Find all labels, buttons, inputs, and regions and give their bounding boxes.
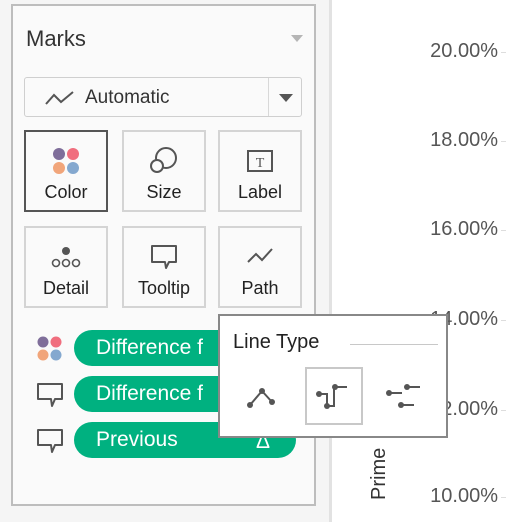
pill-label: Difference f bbox=[96, 336, 203, 359]
jump-line-icon bbox=[386, 384, 420, 408]
axis-tick bbox=[501, 497, 506, 498]
title-rule bbox=[350, 344, 438, 345]
mark-type-dropdown[interactable]: Automatic bbox=[24, 77, 302, 117]
color-button[interactable]: Color bbox=[24, 130, 108, 212]
chevron-down-icon[interactable] bbox=[279, 94, 293, 102]
tooltip-button[interactable]: Tooltip bbox=[122, 226, 206, 308]
axis-tick bbox=[501, 320, 506, 321]
line-type-jump-button[interactable] bbox=[375, 367, 433, 425]
svg-text:T: T bbox=[256, 156, 265, 171]
detail-button[interactable]: Detail bbox=[24, 226, 108, 308]
label-button[interactable]: T Label bbox=[218, 130, 302, 212]
pill-label: Difference f bbox=[96, 382, 203, 405]
dropdown-separator bbox=[268, 78, 269, 116]
mark-type-value: Automatic bbox=[85, 87, 170, 108]
axis-tick-label: 16.00% bbox=[430, 218, 498, 240]
card-menu-caret-icon[interactable] bbox=[291, 35, 303, 42]
step-line-icon bbox=[316, 384, 347, 409]
tooltip-bubble-icon[interactable] bbox=[36, 381, 64, 414]
size-circles-icon bbox=[124, 146, 204, 176]
size-button[interactable]: Size bbox=[122, 130, 206, 212]
tile-label: Label bbox=[237, 182, 283, 202]
axis-tick-label: 18.00% bbox=[430, 129, 498, 151]
detail-dots-icon bbox=[26, 242, 106, 272]
line-type-step-button[interactable] bbox=[305, 367, 363, 425]
text-label-icon: T bbox=[220, 146, 300, 176]
color-dots-icon bbox=[26, 146, 106, 176]
axis-tick bbox=[501, 410, 506, 411]
tile-label: Tooltip bbox=[137, 278, 191, 298]
axis-tick-label: 20.00% bbox=[430, 40, 498, 62]
color-dots-icon[interactable] bbox=[36, 335, 64, 368]
linear-line-icon bbox=[247, 388, 275, 408]
line-type-linear-button[interactable] bbox=[235, 367, 293, 425]
marks-card-title: Marks bbox=[26, 26, 86, 51]
tooltip-bubble-icon bbox=[124, 242, 204, 272]
line-chart-icon bbox=[45, 90, 75, 111]
axis-title[interactable]: Prime bbox=[368, 448, 391, 500]
tile-label: Color bbox=[44, 182, 88, 202]
axis-tick bbox=[501, 141, 506, 142]
axis-tick-label: 10.00% bbox=[430, 485, 498, 507]
axis-tick bbox=[501, 52, 506, 53]
path-button[interactable]: Path bbox=[218, 226, 302, 308]
path-line-icon bbox=[220, 242, 300, 272]
axis-tick bbox=[501, 230, 506, 231]
popup-title: Line Type bbox=[233, 331, 320, 353]
tile-label: Size bbox=[146, 182, 182, 202]
line-type-popup: Line Type bbox=[218, 314, 448, 438]
tooltip-bubble-icon[interactable] bbox=[36, 427, 64, 460]
pill-label: Previous bbox=[96, 428, 178, 451]
tile-label: Detail bbox=[42, 278, 90, 298]
chart-area bbox=[332, 0, 506, 522]
tile-label: Path bbox=[241, 278, 279, 298]
